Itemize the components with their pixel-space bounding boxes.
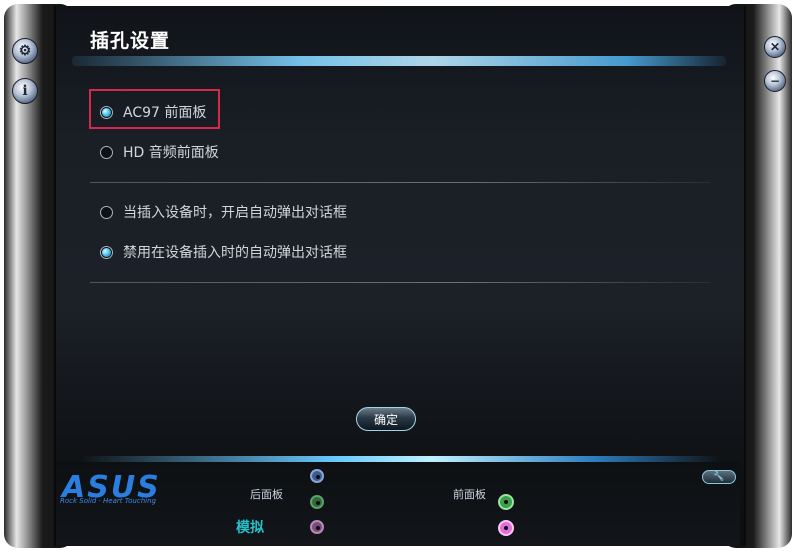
rear-panel-label: 后面板 bbox=[250, 488, 283, 501]
radio-disable-auto-popup[interactable]: 禁用在设备插入时的自动弹出对话框 bbox=[100, 242, 347, 262]
divider bbox=[90, 282, 710, 283]
front-jack-green-icon[interactable] bbox=[498, 494, 514, 510]
front-panel-label: 前面板 bbox=[453, 488, 486, 501]
gear-icon[interactable]: ⚙ bbox=[12, 38, 38, 64]
rear-jack-green-icon[interactable] bbox=[310, 495, 324, 509]
close-icon[interactable]: ✕ bbox=[764, 36, 786, 58]
radio-button-off[interactable] bbox=[100, 145, 113, 159]
radio-button-on[interactable] bbox=[100, 105, 113, 119]
radio-ac97-front-panel[interactable]: AC97 前面板 bbox=[100, 102, 206, 122]
radio-button-off[interactable] bbox=[100, 205, 113, 219]
divider bbox=[90, 182, 710, 183]
rear-jack-blue-icon[interactable] bbox=[310, 469, 324, 483]
rear-jack-pink-icon[interactable] bbox=[310, 520, 324, 534]
analog-label: 模拟 bbox=[236, 520, 264, 536]
title-underline-glow bbox=[72, 56, 726, 66]
radio-label: 禁用在设备插入时的自动弹出对话框 bbox=[123, 245, 347, 261]
info-icon[interactable]: i bbox=[12, 78, 38, 104]
audio-jack-settings-window: ⚙ i ✕ − 插孔设置 AC97 前面板 HD 音频前面板 当插入设备时，开启… bbox=[0, 0, 796, 552]
ok-button[interactable]: 确定 bbox=[356, 407, 416, 431]
radio-label: HD 音频前面板 bbox=[123, 145, 219, 161]
asus-slogan: Rock Solid · Heart Touching bbox=[60, 497, 156, 505]
radio-enable-auto-popup[interactable]: 当插入设备时，开启自动弹出对话框 bbox=[100, 202, 347, 222]
radio-label: AC97 前面板 bbox=[123, 105, 207, 121]
wrench-icon[interactable]: 🔧 bbox=[702, 470, 736, 484]
radio-button-on[interactable] bbox=[100, 245, 113, 259]
radio-hd-front-panel[interactable]: HD 音频前面板 bbox=[100, 142, 219, 162]
radio-label: 当插入设备时，开启自动弹出对话框 bbox=[123, 205, 347, 221]
minimize-icon[interactable]: − bbox=[764, 70, 786, 92]
front-jack-pink-icon[interactable] bbox=[498, 520, 514, 536]
page-title: 插孔设置 bbox=[90, 30, 171, 52]
